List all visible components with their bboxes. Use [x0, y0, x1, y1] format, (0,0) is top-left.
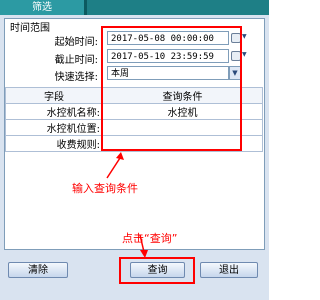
start-dropdown-icon[interactable]: ▼	[242, 33, 247, 40]
tab-filter[interactable]: 筛选	[0, 0, 84, 15]
column-header-field: 字段	[5, 87, 103, 104]
query-highlight-box	[119, 257, 195, 284]
time-range-group-label: 时间范围	[10, 23, 50, 34]
end-time-label: 截止时间:	[54, 55, 98, 66]
input-hint-text: 输入查询条件	[72, 182, 138, 195]
start-time-label: 起始时间:	[54, 37, 98, 48]
title-bar: 筛选	[0, 0, 269, 15]
input-highlight-box	[101, 26, 242, 151]
row-field-label: 水控机位置:	[5, 119, 103, 136]
end-dropdown-icon[interactable]: ▼	[242, 51, 247, 58]
row-field-label: 水控机名称:	[5, 103, 103, 120]
click-hint-text: 点击“查询”	[122, 232, 178, 245]
clear-button[interactable]: 清除	[8, 262, 68, 278]
exit-button[interactable]: 退出	[200, 262, 258, 278]
bottom-strip	[0, 288, 269, 300]
quick-select-label: 快速选择:	[54, 72, 98, 83]
tab-divider	[84, 0, 87, 15]
row-field-label: 收费规则:	[5, 135, 103, 152]
